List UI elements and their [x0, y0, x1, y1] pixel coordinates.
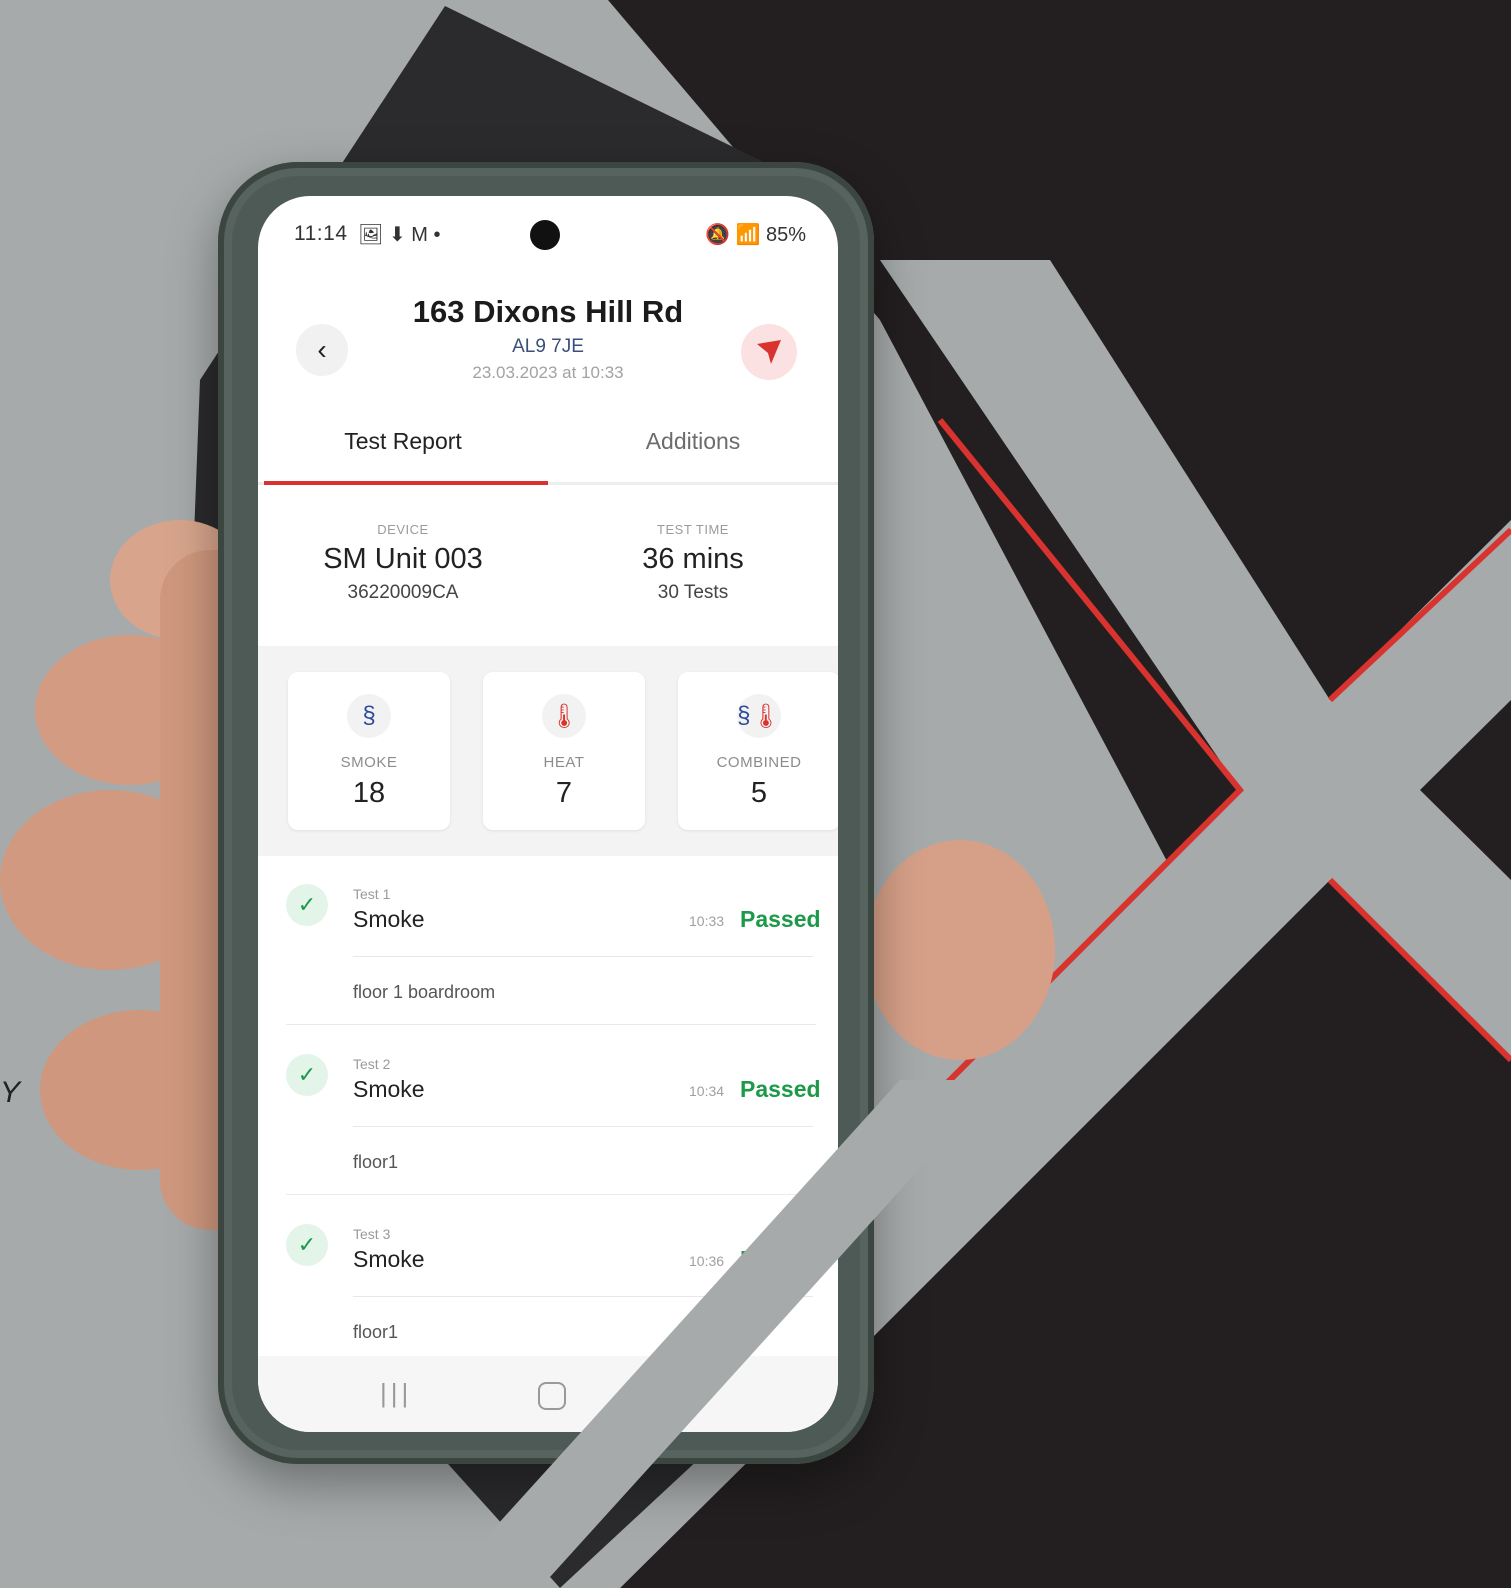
test-type: Smoke: [353, 1246, 425, 1272]
front-camera: [530, 220, 560, 250]
test-list: ✓ Test 1 Smoke 10:33 Passed floor 1 boar…: [258, 856, 838, 1356]
report-summary: DEVICE SM Unit 003 36220009CA TEST TIME …: [258, 496, 838, 646]
test-time: 10:36: [689, 1253, 725, 1269]
card-value: 18: [352, 777, 386, 809]
card-value: 7: [555, 777, 573, 809]
test-type: Smoke: [353, 906, 425, 932]
status-time: 11:14: [294, 222, 348, 245]
check-icon: ✓: [286, 1224, 328, 1266]
test-time: 10:34: [689, 1083, 725, 1099]
test-number: Test 2: [353, 1056, 391, 1072]
test-time-summary: TEST TIME 36 mins 30 Tests: [548, 496, 838, 604]
divider: [353, 956, 813, 957]
device-summary: DEVICE SM Unit 003 36220009CA: [258, 496, 548, 604]
active-tab-indicator: [264, 481, 548, 485]
test-location: floor1: [353, 1152, 399, 1172]
device-serial: 36220009CA: [347, 582, 459, 603]
app-screen: 11:14 🖼 ⬇ M • 🔕 📶 85% ‹ 163 Dixons Hill …: [258, 196, 838, 1432]
notification-icons: 🖼 ⬇ M •: [358, 224, 441, 246]
test-location: floor 1 boardroom: [353, 982, 496, 1002]
divider: [353, 1126, 813, 1127]
device-name: SM Unit 003: [323, 543, 483, 575]
test-status: Passed: [740, 1076, 821, 1102]
test-status: Passed: [740, 906, 821, 932]
divider: [353, 1296, 813, 1297]
test-time-label: TEST TIME: [657, 522, 729, 537]
card-label: HEAT: [543, 754, 585, 771]
test-row[interactable]: ✓ Test 3 Smoke 10:36 Pa floor1: [258, 1196, 838, 1366]
send-icon: [757, 340, 781, 364]
system-status-icons: 🔕 📶 85%: [705, 224, 806, 246]
side-text: Y: [0, 1076, 21, 1109]
tab-additions[interactable]: Additions: [548, 428, 838, 455]
test-row[interactable]: ✓ Test 1 Smoke 10:33 Passed floor 1 boar…: [258, 856, 838, 1026]
combined-icon: § 🌡: [737, 694, 781, 738]
test-type: Smoke: [353, 1076, 425, 1102]
tab-bar: Test Report Additions: [258, 416, 838, 485]
recent-apps-button[interactable]: |||: [380, 1378, 412, 1409]
home-button[interactable]: [538, 1382, 566, 1410]
test-count: 30 Tests: [657, 582, 729, 603]
test-number: Test 3: [353, 1226, 391, 1242]
tab-test-report[interactable]: Test Report: [258, 428, 548, 455]
android-nav-bar: |||: [258, 1356, 838, 1432]
device-label: DEVICE: [377, 522, 429, 537]
thermometer-icon: 🌡: [542, 694, 586, 738]
check-icon: ✓: [286, 1054, 328, 1096]
card-label: SMOKE: [340, 754, 398, 771]
status-bar: 11:14 🖼 ⬇ M • 🔕 📶 85%: [258, 196, 838, 276]
check-icon: ✓: [286, 884, 328, 926]
card-label: COMBINED: [716, 754, 802, 771]
test-location: floor1: [353, 1322, 399, 1342]
card-value: 5: [750, 777, 768, 809]
detector-type-cards: § SMOKE 18 🌡 HEAT 7 § 🌡 COMBINED 5: [258, 646, 838, 856]
test-time-value: 36 mins: [642, 543, 744, 575]
row-divider: [286, 1024, 816, 1025]
test-number: Test 1: [353, 886, 391, 902]
test-status: Pa: [740, 1246, 769, 1272]
test-time: 10:33: [689, 913, 725, 929]
page-title: 163 Dixons Hill Rd: [412, 294, 684, 329]
page-header: ‹ 163 Dixons Hill Rd AL9 7JE 23.03.2023 …: [258, 286, 838, 396]
smoke-icon: §: [347, 694, 391, 738]
heat-card[interactable]: 🌡 HEAT 7: [483, 672, 645, 830]
test-row[interactable]: ✓ Test 2 Smoke 10:34 Passed floor1: [258, 1026, 838, 1196]
row-divider: [286, 1194, 816, 1195]
combined-card[interactable]: § 🌡 COMBINED 5: [678, 672, 838, 830]
send-button[interactable]: [741, 324, 797, 380]
smoke-card[interactable]: § SMOKE 18: [288, 672, 450, 830]
